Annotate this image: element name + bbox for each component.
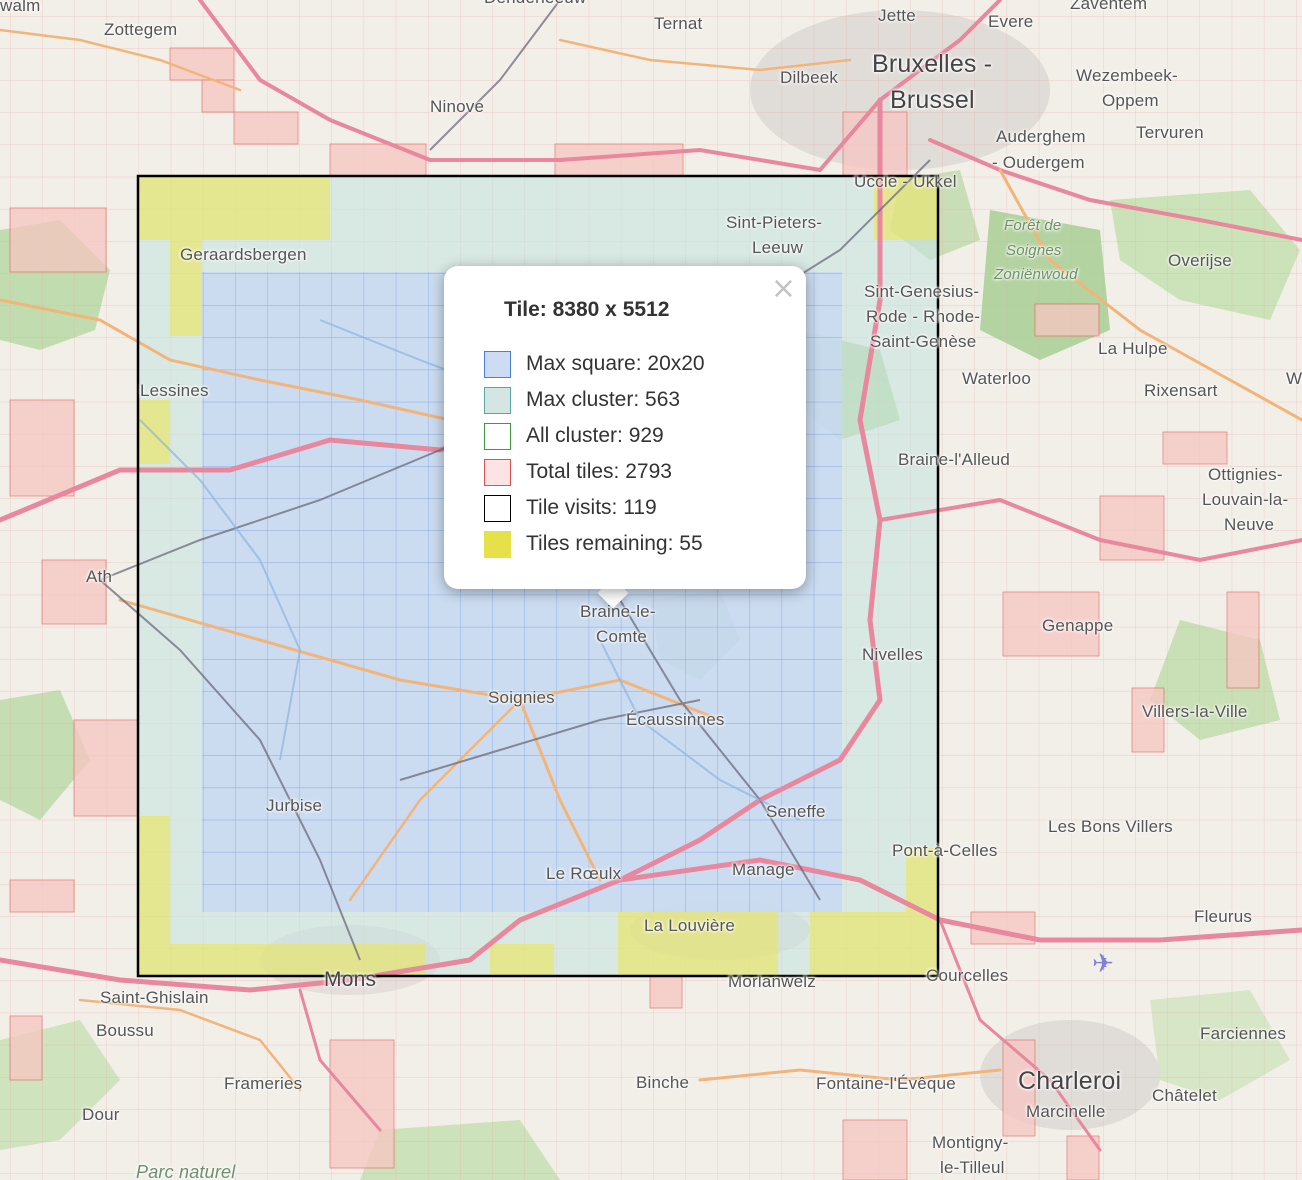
place-label: Manage — [732, 860, 795, 879]
tiles-remaining-swatch-icon — [484, 530, 511, 558]
place-label: Le Rœulx — [546, 864, 622, 883]
legend-label: Max square: 20x20 — [526, 352, 705, 375]
place-label: Brussel — [890, 86, 975, 114]
place-label: Bruxelles - — [872, 50, 993, 78]
place-label: Forêt de — [1004, 217, 1062, 234]
place-label: Pont-à-Celles — [892, 841, 998, 860]
legend-label: Tile visits: 119 — [526, 496, 657, 519]
place-label: Wezembeek- — [1076, 66, 1178, 85]
place-label: Fontaine-l'Évêque — [816, 1074, 956, 1093]
place-label: Comte — [596, 627, 648, 646]
place-label: Ath — [86, 567, 113, 586]
place-label: W — [1286, 369, 1302, 388]
legend-item-max-cluster: Max cluster: 563 — [484, 382, 705, 418]
place-label: Louvain-la- — [1202, 490, 1289, 509]
place-label: Braine-le- — [580, 602, 656, 621]
place-label: Geraardsbergen — [180, 245, 307, 264]
tile-info-popup: × Tile: 8380 x 5512 Max square: 20x20 Ma… — [444, 266, 806, 589]
place-label: Marcinelle — [1026, 1102, 1106, 1121]
place-label: Zaventem — [1070, 0, 1148, 13]
place-label: Sint-Pieters- — [726, 213, 823, 232]
place-label: Nivelles — [862, 645, 924, 664]
place-label: Rixensart — [1144, 381, 1218, 400]
max-cluster-swatch-icon — [484, 386, 511, 414]
place-label: Braine-l'Alleud — [898, 450, 1011, 469]
place-label: Saint-Ghislain — [100, 988, 209, 1007]
legend-item-max-square: Max square: 20x20 — [484, 346, 705, 382]
place-label: Soignies — [488, 688, 555, 707]
all-cluster-swatch-icon — [484, 422, 511, 450]
place-label: Parc naturel — [136, 1162, 236, 1180]
legend-item-all-cluster: All cluster: 929 — [484, 418, 705, 454]
max-square-swatch-icon — [484, 350, 511, 378]
legend-label: Max cluster: 563 — [526, 388, 681, 411]
place-label: le-Tilleul — [940, 1158, 1005, 1177]
tile-map[interactable]: ✈ walm Zottegem Denderleeuw Ternat Jette… — [0, 0, 1302, 1180]
place-label: Jette — [878, 6, 916, 25]
place-label: Châtelet — [1152, 1086, 1217, 1105]
legend-item-tiles-remaining: Tiles remaining: 55 — [484, 526, 705, 562]
place-label: Sint-Genesius- — [864, 282, 980, 301]
place-label: Fleurus — [1194, 907, 1253, 926]
legend-item-tile-visits: Tile visits: 119 — [484, 490, 705, 526]
total-tiles-swatch-icon — [484, 458, 511, 486]
popup-title: Tile: 8380 x 5512 — [504, 298, 670, 321]
place-label: Écaussinnes — [626, 710, 725, 729]
place-label: Courcelles — [926, 966, 1009, 985]
place-label: Boussu — [96, 1021, 154, 1040]
place-label: Dilbeek — [780, 68, 839, 87]
place-label: Zoniënwoud — [994, 266, 1078, 283]
legend: Max square: 20x20 Max cluster: 563 All c… — [484, 346, 705, 562]
place-label: Farciennes — [1200, 1024, 1287, 1043]
place-label: Jurbise — [266, 796, 323, 815]
place-label: Binche — [636, 1073, 690, 1092]
place-label: Ninove — [430, 97, 485, 116]
place-label: Waterloo — [962, 369, 1031, 388]
place-label: Dour — [82, 1105, 120, 1124]
legend-item-total-tiles: Total tiles: 2793 — [484, 454, 705, 490]
place-label: Seneffe — [766, 802, 826, 821]
place-label: Zottegem — [104, 20, 178, 39]
place-label: walm — [0, 0, 41, 15]
place-label: Charleroi — [1018, 1067, 1122, 1095]
place-label: La Hulpe — [1098, 339, 1168, 358]
place-label: Evere — [988, 12, 1034, 31]
place-label: Oppem — [1102, 91, 1159, 110]
place-label: Leeuw — [752, 238, 804, 257]
place-label: Montigny- — [932, 1133, 1009, 1152]
close-icon[interactable]: × — [771, 274, 796, 304]
place-label: La Louvière — [644, 916, 736, 935]
place-label: Uccle - Ukkel — [854, 172, 957, 191]
place-label: Tervuren — [1136, 123, 1204, 142]
place-label: Genappe — [1042, 616, 1114, 635]
place-label: Rode - Rhode- — [866, 307, 981, 326]
place-label: Ottignies- — [1208, 465, 1283, 484]
place-label: Frameries — [224, 1074, 303, 1093]
place-label: Ternat — [654, 14, 703, 33]
legend-label: Tiles remaining: 55 — [526, 532, 703, 555]
place-label: Overijse — [1168, 251, 1232, 270]
place-label: - Oudergem — [992, 153, 1085, 172]
place-label: Saint-Genèse — [870, 332, 977, 351]
airport-icon: ✈ — [1092, 949, 1114, 979]
place-label: Neuve — [1224, 515, 1275, 534]
place-label: Auderghem — [996, 127, 1086, 146]
legend-label: Total tiles: 2793 — [526, 460, 672, 483]
place-label: Soignes — [1006, 242, 1062, 259]
place-label: Lessines — [140, 381, 209, 400]
place-label: Mons — [324, 968, 377, 991]
place-label: Morlanwelz — [728, 972, 816, 991]
place-label: Les Bons Villers — [1048, 817, 1173, 836]
place-label: Villers-la-Ville — [1142, 702, 1248, 721]
place-label: Denderleeuw — [484, 0, 586, 8]
tile-visits-swatch-icon — [484, 494, 511, 522]
legend-label: All cluster: 929 — [526, 424, 664, 447]
